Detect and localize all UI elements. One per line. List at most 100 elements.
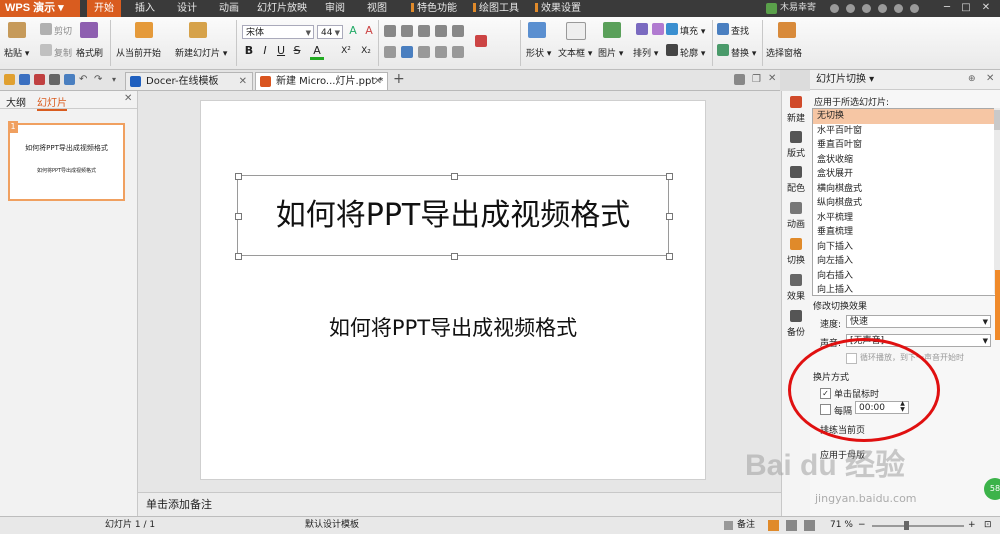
tab-drawing-tools[interactable]: 绘图工具 [468,0,524,17]
new-tab-icon[interactable]: + [393,71,405,87]
tab-effect-settings[interactable]: 效果设置 [530,0,586,17]
bold-button[interactable]: B [242,45,256,57]
close-tab-icon[interactable]: ✕ [239,73,247,91]
tab-outline[interactable]: 大纲 [6,94,26,109]
close-doc-icon[interactable]: ✕ [768,73,776,84]
text-direction-icon[interactable] [475,35,487,47]
export-pdf-icon[interactable] [34,74,45,85]
zoom-level[interactable]: 71 % [830,517,853,534]
list-item[interactable]: 盒状收缩 [813,153,995,168]
help-icon[interactable] [846,4,855,13]
font-size-select[interactable]: 44 ▼ [317,25,343,39]
tab-home[interactable]: 开始 [87,0,121,17]
list-scrollbar[interactable] [994,108,1000,294]
info-icon[interactable] [894,4,903,13]
speed-select[interactable]: 快速 ▼ [846,315,991,328]
close-tab-icon[interactable]: ✕ [374,73,382,91]
vtool-backup[interactable]: 备份 [782,325,810,338]
zoom-thumb[interactable] [904,521,909,530]
transition-list[interactable]: 无切换 水平百叶窗 垂直百叶窗 盒状收缩 盒状展开 横向棋盘式 纵向棋盘式 水平… [812,108,996,296]
scroll-thumb[interactable] [994,110,1000,130]
underline-button[interactable]: U [274,45,288,57]
list-item[interactable]: 水平梳理 [813,211,995,226]
align-center-icon[interactable] [401,46,413,58]
normal-view-icon[interactable] [768,520,779,531]
from-current-button[interactable]: 从当前开始 [116,46,161,59]
replace-button[interactable]: 替换 ▾ [731,46,756,59]
grow-font-icon[interactable]: A [346,25,360,37]
copy-button[interactable]: 复制 [54,46,72,59]
outline-button[interactable]: 轮廓 ▾ [680,46,705,59]
vtool-effect[interactable]: 效果 [782,289,810,302]
user-avatar[interactable] [766,3,777,14]
vtool-layout[interactable]: 版式 [782,146,810,159]
close-pane-icon[interactable]: ✕ [986,73,994,84]
italic-button[interactable]: I [258,45,272,57]
slide-title[interactable]: 如何将PPT导出成视频格式 [237,175,669,256]
vtool-new[interactable]: 新建 [782,111,810,124]
vtool-color[interactable]: 配色 [782,181,810,194]
list-item[interactable]: 盒状展开 [813,167,995,182]
save-icon[interactable] [19,74,30,85]
shrink-font-icon[interactable]: A [362,25,376,37]
subscript-button[interactable]: X₂ [358,45,374,57]
align-left-icon[interactable] [384,46,396,58]
zoom-in-icon[interactable]: + [968,517,976,534]
zoom-out-icon[interactable]: − [858,517,866,534]
slide-thumbnail[interactable]: 如何将PPT导出成视频格式 如何将PPT导出成视频格式 [8,123,125,201]
list-icon[interactable] [384,25,396,37]
paste-button[interactable]: 粘贴 ▾ [4,46,29,59]
list-item[interactable]: 向上插入 [813,283,995,295]
list-item[interactable]: 水平百叶窗 [813,124,995,139]
fit-icon[interactable]: ⊡ [984,517,992,534]
textbox-button[interactable]: 文本框 ▾ [558,46,592,59]
slide[interactable] [200,100,706,480]
list-item[interactable]: 无切换 [813,109,995,124]
preview-icon[interactable] [64,74,75,85]
app-menu-button[interactable]: WPS 演示 ▾ [0,0,80,17]
tab-view[interactable]: 视图 [360,0,394,17]
line-spacing-icon[interactable] [452,25,464,37]
list-item[interactable]: 垂直百叶窗 [813,138,995,153]
arrow-icon[interactable] [910,4,919,13]
cut-button[interactable]: 剪切 [54,24,72,37]
find-button[interactable]: 查找 [731,24,749,37]
user-name[interactable]: 木易幸寄 [780,0,816,17]
superscript-button[interactable]: X² [338,45,354,57]
outdent-icon[interactable] [435,25,447,37]
tab-docer[interactable]: Docer-在线模板 ✕ [125,72,253,90]
tab-animation[interactable]: 动画 [212,0,246,17]
open-icon[interactable] [4,74,15,85]
slideshow-icon[interactable] [804,520,815,531]
undo-icon[interactable]: ↶ [79,74,90,85]
font-name-select[interactable]: 宋体 ▼ [242,25,314,39]
fill-button[interactable]: 填充 ▾ [680,24,705,37]
redo-icon[interactable]: ↷ [94,74,105,85]
side-handle[interactable] [995,270,1000,340]
tab-design[interactable]: 设计 [170,0,204,17]
maximize-icon[interactable]: □ [960,2,972,14]
picture-button[interactable]: 图片 ▾ [598,46,623,59]
tool-icon[interactable] [734,74,745,85]
align-right-icon[interactable] [418,46,430,58]
list-item[interactable]: 横向棋盘式 [813,182,995,197]
print-icon[interactable] [49,74,60,85]
sorter-view-icon[interactable] [786,520,797,531]
distribute-icon[interactable] [452,46,464,58]
skin-icon[interactable] [830,4,839,13]
list-item[interactable]: 垂直梳理 [813,225,995,240]
shape-style-icon[interactable] [636,23,648,35]
tab-current-document[interactable]: 新建 Micro...灯片.ppt * ✕ [255,72,388,90]
pin-icon[interactable]: ⊕ [968,74,976,84]
floating-badge[interactable]: 58 [984,478,1000,500]
vtool-transition[interactable]: 切换 [782,253,810,266]
zoom-slider[interactable] [872,525,964,527]
numbered-list-icon[interactable] [401,25,413,37]
indent-icon[interactable] [418,25,430,37]
font-color-button[interactable]: A [310,45,324,60]
notes-field[interactable]: 单击添加备注 [138,492,781,516]
slide-subtitle[interactable]: 如何将PPT导出成视频格式 [200,312,706,342]
arrange-button[interactable]: 排列 ▾ [633,46,658,59]
new-slide-button[interactable]: 新建幻灯片 ▾ [175,46,227,59]
minimize-icon[interactable]: ─ [941,2,953,14]
